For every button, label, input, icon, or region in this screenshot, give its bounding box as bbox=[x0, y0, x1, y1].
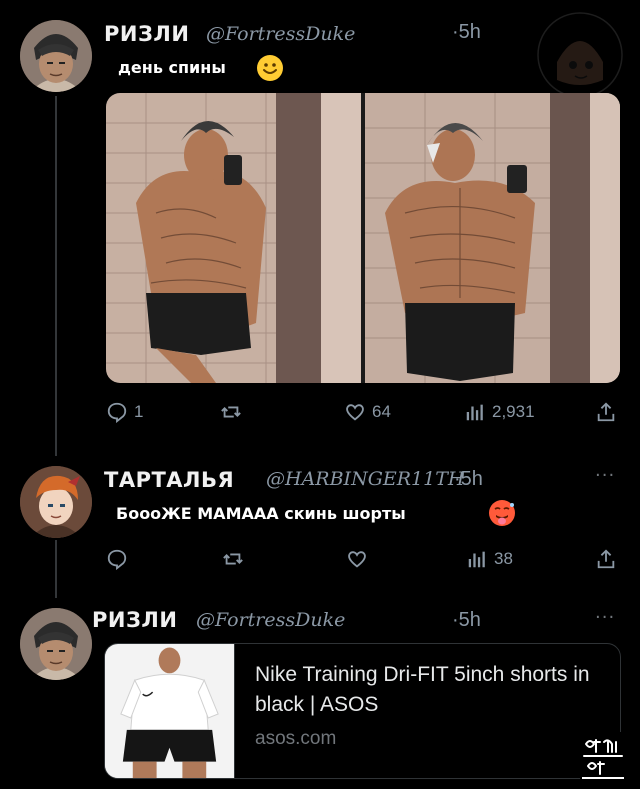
smile-emoji-icon bbox=[256, 54, 284, 82]
views-count: 2,931 bbox=[492, 402, 535, 421]
author-name[interactable]: РИЗЛИ bbox=[92, 608, 177, 632]
watermark-logo bbox=[535, 10, 625, 100]
signature-watermark bbox=[578, 730, 628, 782]
like-button[interactable] bbox=[346, 545, 368, 573]
post-time[interactable]: ·5h bbox=[454, 468, 483, 491]
views-button[interactable]: 38 bbox=[466, 545, 513, 573]
author-handle[interactable]: @HARBINGER11TH bbox=[266, 468, 464, 490]
media-image-front[interactable] bbox=[106, 93, 361, 383]
views-icon bbox=[466, 404, 483, 421]
retweet-icon bbox=[221, 406, 241, 418]
post-actions: 1 64 2,931 bbox=[104, 398, 620, 426]
link-preview-card[interactable]: Nike Training Dri-FIT 5inch shorts in bl… bbox=[104, 643, 621, 779]
author-name[interactable]: ТАРТАЛЬЯ bbox=[104, 468, 234, 492]
heart-icon bbox=[348, 551, 366, 568]
post-actions: 38 bbox=[104, 545, 620, 573]
views-icon bbox=[468, 551, 485, 568]
retweet-button[interactable] bbox=[222, 545, 244, 573]
retweet-icon bbox=[223, 553, 243, 565]
like-count: 64 bbox=[372, 402, 391, 421]
post-time[interactable]: ·5h bbox=[452, 21, 481, 44]
more-options-button[interactable]: ··· bbox=[595, 607, 615, 628]
reply-button[interactable]: 1 bbox=[106, 398, 143, 426]
author-handle[interactable]: @FortressDuke bbox=[196, 609, 345, 631]
like-button[interactable]: 64 bbox=[344, 398, 391, 426]
reply-count: 1 bbox=[134, 402, 144, 421]
share-icon bbox=[597, 402, 615, 422]
retweet-button[interactable] bbox=[220, 398, 242, 426]
post-time[interactable]: ·5h bbox=[452, 609, 481, 632]
reply-icon bbox=[107, 402, 127, 423]
heart-icon bbox=[346, 404, 364, 421]
share-button[interactable] bbox=[595, 545, 617, 573]
post-text: БоооЖЕ МАМААА скинь шорты bbox=[116, 504, 406, 523]
media-image-back[interactable] bbox=[365, 93, 620, 383]
share-icon bbox=[597, 549, 615, 569]
post-text: день спины bbox=[118, 58, 226, 77]
author-handle[interactable]: @FortressDuke bbox=[206, 23, 355, 45]
reply-button[interactable] bbox=[106, 545, 128, 573]
link-domain[interactable]: asos.com bbox=[255, 728, 336, 750]
link-thumbnail bbox=[105, 644, 235, 778]
avatar[interactable] bbox=[20, 20, 92, 92]
link-title[interactable]: Nike Training Dri-FIT 5inch shorts in bl… bbox=[255, 660, 605, 720]
more-options-button[interactable]: ··· bbox=[595, 465, 615, 486]
thread-line bbox=[55, 96, 57, 456]
views-count: 38 bbox=[494, 549, 513, 568]
share-button[interactable] bbox=[595, 398, 617, 426]
hot-face-emoji-icon bbox=[488, 499, 516, 527]
author-name[interactable]: РИЗЛИ bbox=[104, 22, 189, 46]
post-media[interactable] bbox=[106, 93, 620, 383]
avatar[interactable] bbox=[20, 466, 92, 538]
reply-icon bbox=[107, 549, 127, 570]
avatar[interactable] bbox=[20, 608, 92, 680]
views-button[interactable]: 2,931 bbox=[464, 398, 535, 426]
thread-line bbox=[55, 540, 57, 598]
